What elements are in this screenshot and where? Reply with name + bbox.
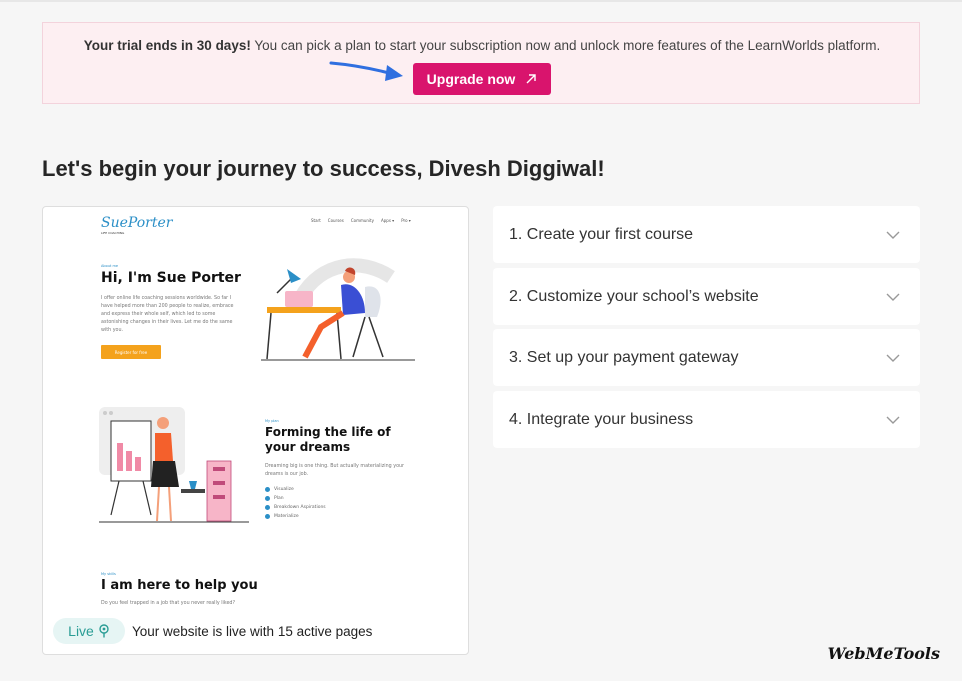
trial-days-text: Your trial ends in 30 days! [83,38,251,53]
site-logo: SuePorter [101,215,173,231]
site-nav-item: Apps ▾ [381,218,395,223]
step-create-course[interactable]: 1. Create your first course [493,206,920,263]
upgrade-now-button[interactable]: Upgrade now [413,63,551,95]
trial-description: You can pick a plan to start your subscr… [250,38,881,53]
top-divider [0,0,962,2]
hero-title: Hi, I'm Sue Porter [101,270,241,286]
hero-kicker: About me [101,264,119,268]
website-status-text: Your website is live with 15 active page… [132,623,373,639]
trial-message: Your trial ends in 30 days! You can pick… [43,38,921,53]
site-nav-item: Start [311,218,321,223]
chevron-down-icon[interactable] [886,416,900,424]
trial-banner: Your trial ends in 30 days! You can pick… [42,22,920,104]
step-customize-website[interactable]: 2. Customize your school’s website [493,268,920,325]
hero-register-button: Register for free [101,345,161,359]
step-label: 4. Integrate your business [509,410,694,428]
check-icon [265,487,270,492]
presentation-illustration [99,407,249,523]
live-badge: Live [53,618,125,644]
check-icon [265,496,270,501]
chevron-down-icon[interactable] [886,231,900,239]
plan-item: Materialize [265,512,326,521]
watermark: WebMeTools [827,644,940,663]
help-kicker: My skills [101,572,116,576]
website-status-bar: Live Your website is live with 15 active… [53,617,433,645]
pointer-arrow-icon [329,61,403,81]
step-label: 3. Set up your payment gateway [509,348,739,366]
step-integrate-business[interactable]: 4. Integrate your business [493,391,920,448]
check-icon [265,514,270,519]
site-logo-subtitle: LIFE COACHING [101,231,125,235]
plan-title: Forming the life of your dreams [265,425,391,454]
plan-item-label: Materialize [274,514,299,519]
site-nav-item: Pro ▾ [401,218,411,223]
plan-text: Dreaming big is one thing. But actually … [265,464,405,477]
site-nav: Start Courses Community Apps ▾ Pro ▾ [311,218,411,223]
step-payment-gateway[interactable]: 3. Set up your payment gateway [493,329,920,386]
plan-kicker: My plan [265,419,279,423]
plan-item-label: Plan [274,496,284,501]
plan-item-label: Visualize [274,487,294,492]
plan-item: Breakdown Aspirations [265,503,326,512]
help-text: Do you feel trapped in a job that you ne… [101,601,236,606]
plan-item: Plan [265,494,326,503]
arrow-up-right-icon [526,74,537,84]
website-preview-card[interactable]: SuePorter LIFE COACHING Start Courses Co… [42,206,469,655]
site-nav-item: Courses [327,218,344,223]
plan-item: Visualize [265,485,326,494]
help-title: I am here to help you [101,578,258,593]
desk-illustration [261,258,415,361]
live-badge-label: Live [68,623,94,639]
step-label: 2. Customize your school’s website [509,287,759,305]
chevron-down-icon[interactable] [886,293,900,301]
plan-checklist: Visualize Plan Breakdown Aspirations Mat… [265,485,326,521]
site-nav-item: Community [350,218,374,223]
step-label: 1. Create your first course [509,225,694,243]
check-icon [265,505,270,510]
chevron-down-icon[interactable] [886,354,900,362]
upgrade-now-label: Upgrade now [426,71,516,87]
page-title: Let's begin your journey to success, Div… [42,156,605,181]
location-pin-icon [99,624,109,638]
plan-item-label: Breakdown Aspirations [274,505,326,510]
hero-text: I offer online life coaching sessions wo… [101,296,234,333]
